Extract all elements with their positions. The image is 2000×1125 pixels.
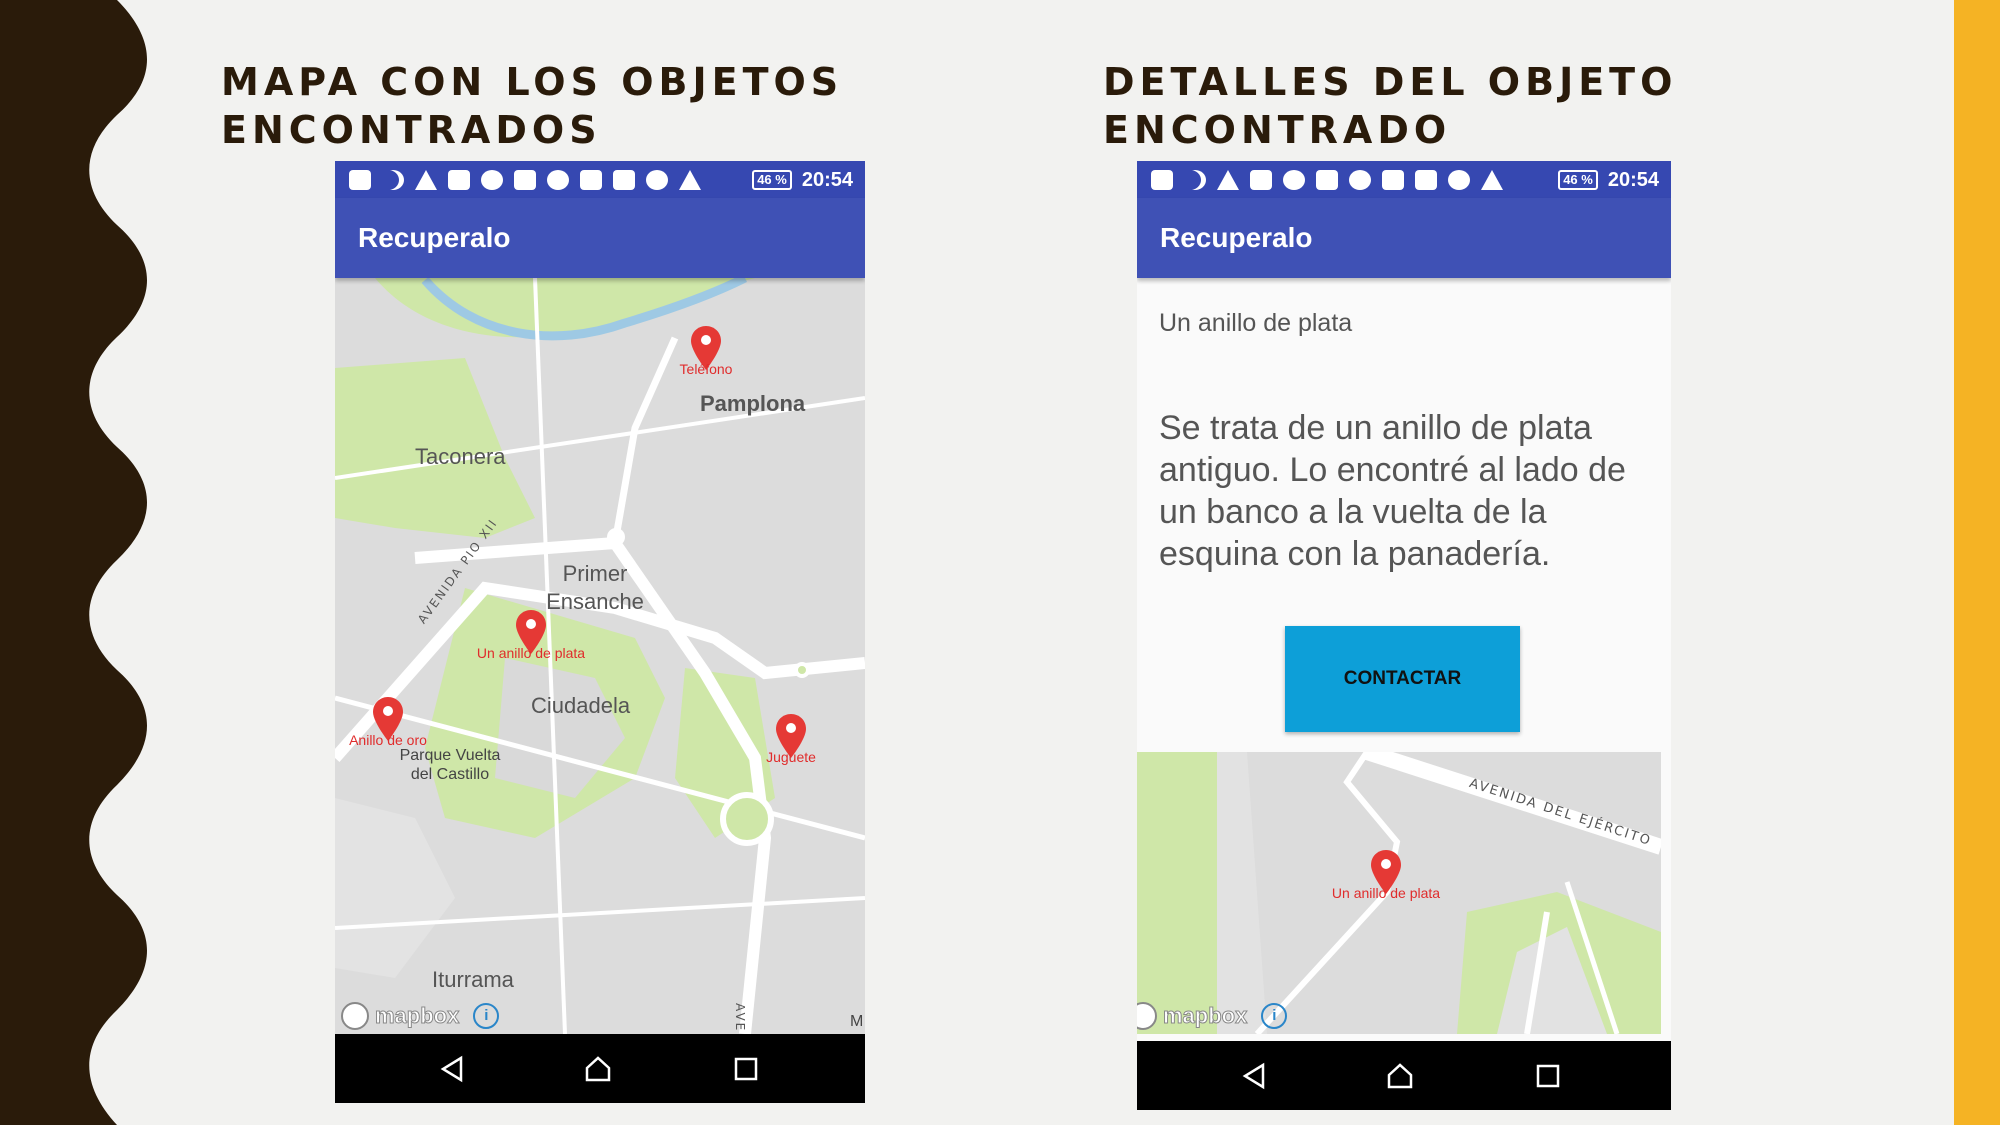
mapbox-attribution[interactable]: mapbox i xyxy=(1137,1002,1288,1030)
recent-apps-icon[interactable] xyxy=(1533,1061,1563,1091)
signal-icon xyxy=(679,170,701,190)
clipboard-icon xyxy=(580,170,602,190)
place-taconera: Taconera xyxy=(415,444,506,469)
marker-label-juguete: Juguete xyxy=(766,749,816,765)
moon-icon xyxy=(382,170,404,190)
home-icon[interactable] xyxy=(1385,1061,1415,1091)
info-icon[interactable]: i xyxy=(473,1003,500,1029)
mapbox-text: mapbox xyxy=(1162,1003,1248,1029)
mapbox-logo-icon xyxy=(341,1002,369,1030)
nav-bar xyxy=(335,1034,865,1103)
app-bar: Recuperalo xyxy=(1137,198,1671,278)
back-icon[interactable] xyxy=(1239,1061,1269,1091)
decorative-wave xyxy=(0,0,147,1125)
notification-icons xyxy=(1151,168,1503,192)
warning-icon xyxy=(1217,170,1239,190)
clock: 20:54 xyxy=(801,168,853,191)
message-icon xyxy=(349,170,371,190)
mapbox-text: mapbox xyxy=(374,1003,460,1029)
moon-icon xyxy=(1184,170,1206,190)
street-avenida-short: AVE xyxy=(733,1003,747,1033)
image-icon xyxy=(448,170,470,190)
object-title: Un anillo de plata xyxy=(1159,309,1353,337)
app-bar: Recuperalo xyxy=(335,198,865,278)
status-bar: 46 % 20:54 xyxy=(1137,161,1671,198)
place-parque-vuelta-castillo: Parque Vuelta del Castillo xyxy=(399,747,501,783)
warning-icon xyxy=(415,170,437,190)
clock: 20:54 xyxy=(1607,168,1659,191)
place-ciudadela: Ciudadela xyxy=(531,693,631,718)
incognito-icon xyxy=(1316,170,1338,190)
nav-bar xyxy=(1137,1041,1671,1110)
recent-apps-icon[interactable] xyxy=(731,1054,761,1084)
back-icon[interactable] xyxy=(437,1054,467,1084)
place-iturrama: Iturrama xyxy=(432,967,514,992)
marker-label-telefono: Teléfono xyxy=(679,361,733,377)
objects-map[interactable]: Pamplona Taconera Primer Ensanche Ciudad… xyxy=(335,278,865,1034)
image-icon xyxy=(1250,170,1272,190)
mapbox-logo-icon xyxy=(1137,1002,1157,1030)
contact-button[interactable]: CONTACTAR xyxy=(1285,626,1520,732)
place-m: M xyxy=(850,1013,864,1030)
status-bar: 46 % 20:54 xyxy=(335,161,865,198)
battery-indicator: 46 % xyxy=(752,170,792,190)
marker-label-anillo-plata: Un anillo de plata xyxy=(476,645,586,661)
place-pamplona: Pamplona xyxy=(700,391,806,416)
app-title: Recuperalo xyxy=(1160,222,1313,253)
object-location-map[interactable]: AVENIDA DEL EJÉRCITO Un anillo de plata … xyxy=(1137,752,1661,1034)
right-heading: DETALLES DEL OBJETO ENCONTRADO xyxy=(1103,60,1678,152)
mapbox-attribution[interactable]: mapbox i xyxy=(341,1002,500,1030)
home-icon[interactable] xyxy=(583,1054,613,1084)
accent-strip xyxy=(1954,0,2000,1125)
whatsapp-icon xyxy=(481,170,503,190)
nfc-icon xyxy=(547,170,569,190)
incognito-icon xyxy=(514,170,536,190)
phone-map-screen: 46 % 20:54 Recuperalo Pamplona Taconera … xyxy=(335,161,865,1103)
nfc-icon xyxy=(1349,170,1371,190)
marker-label-anillo-plata: Un anillo de plata xyxy=(1331,885,1441,901)
left-heading: MAPA CON LOS OBJETOS ENCONTRADOS xyxy=(221,60,844,152)
wifi-icon xyxy=(646,170,668,190)
object-description: Se trata de un anillo de plata antiguo. … xyxy=(1159,409,1626,573)
wifi-icon xyxy=(1448,170,1470,190)
place-primer-ensanche: Primer Ensanche xyxy=(546,561,644,614)
app-title: Recuperalo xyxy=(358,222,511,253)
battery-indicator: 46 % xyxy=(1558,170,1598,190)
whatsapp-icon xyxy=(1283,170,1305,190)
vibrate-icon xyxy=(613,170,635,190)
notification-icons xyxy=(349,168,701,192)
marker-label-anillo-oro: Anillo de oro xyxy=(349,732,427,748)
phone-detail-screen: 46 % 20:54 Recuperalo Un anillo de plata… xyxy=(1137,161,1671,1110)
vibrate-icon xyxy=(1415,170,1437,190)
info-icon[interactable]: i xyxy=(1261,1003,1288,1029)
signal-icon xyxy=(1481,170,1503,190)
clipboard-icon xyxy=(1382,170,1404,190)
message-icon xyxy=(1151,170,1173,190)
